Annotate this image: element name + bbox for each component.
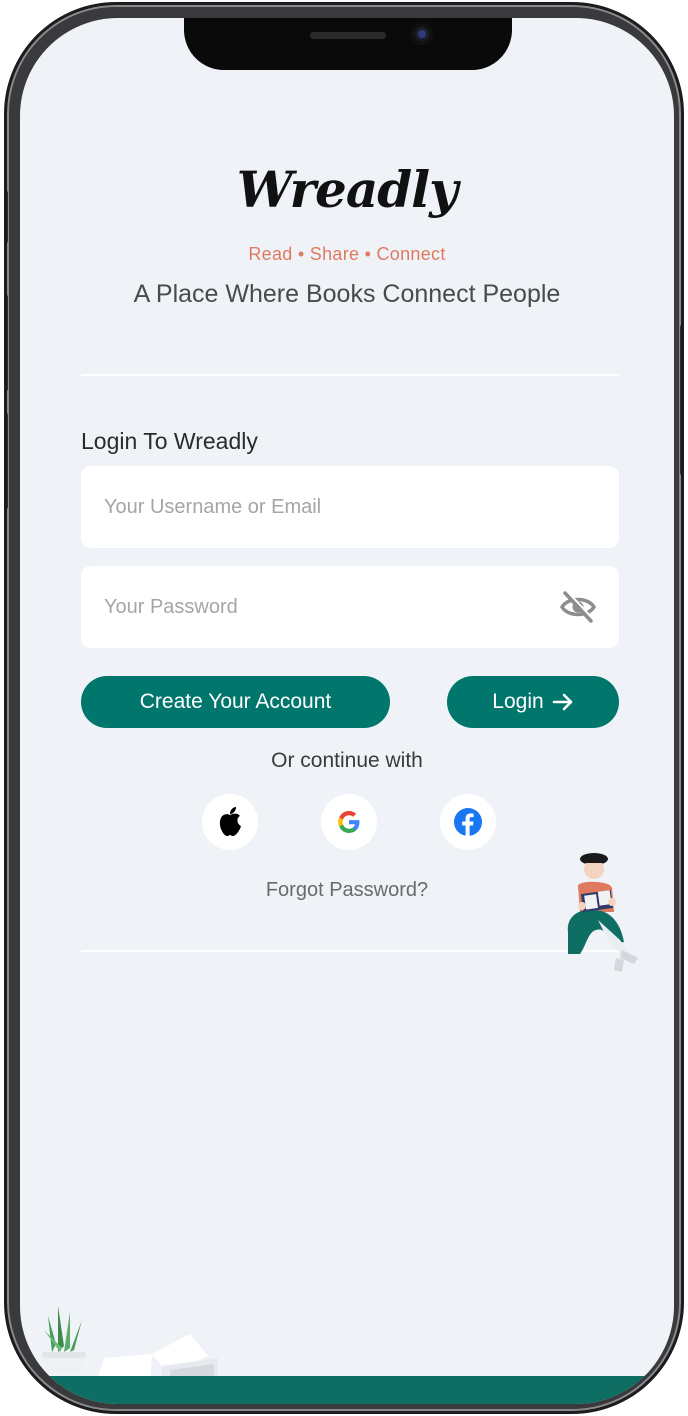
arrow-right-icon — [552, 693, 572, 711]
create-account-label: Create Your Account — [139, 690, 332, 713]
login-label: Login — [492, 690, 544, 713]
volume-up-button — [7, 295, 8, 391]
power-button — [680, 325, 681, 475]
speaker-grille — [310, 32, 386, 39]
apple-icon — [219, 807, 241, 836]
username-field — [81, 466, 619, 548]
app-tagline: Read • Share • Connect — [248, 244, 446, 264]
password-field — [81, 566, 619, 648]
top-divider — [81, 374, 619, 376]
app-screen: Wreadly Read • Share • Connect A Place W… — [20, 18, 674, 1404]
facebook-login-button[interactable] — [440, 794, 496, 850]
username-input[interactable] — [81, 466, 619, 548]
reading-person-illustration — [567, 853, 638, 972]
app-logo: Wreadly — [236, 160, 458, 219]
create-account-button[interactable]: Create Your Account — [81, 676, 390, 728]
app-subtitle: A Place Where Books Connect People — [133, 280, 561, 308]
apple-login-button[interactable] — [202, 794, 258, 850]
phone-notch — [184, 18, 512, 70]
front-camera-icon — [411, 23, 433, 45]
footer-bar — [20, 1376, 674, 1404]
phone-frame: Wreadly Read • Share • Connect A Place W… — [4, 2, 684, 1414]
password-input[interactable] — [81, 566, 619, 648]
google-login-button[interactable] — [321, 794, 377, 850]
plant-illustration — [42, 1306, 86, 1372]
or-continue-text: Or continue with — [271, 749, 423, 772]
eye-off-icon[interactable] — [559, 590, 597, 624]
login-heading: Login To Wreadly — [81, 428, 258, 454]
mute-switch — [7, 191, 8, 243]
facebook-icon — [454, 808, 482, 836]
volume-down-button — [7, 413, 8, 509]
bottom-divider — [81, 950, 619, 952]
login-button[interactable]: Login — [447, 676, 619, 728]
google-icon — [338, 811, 360, 833]
